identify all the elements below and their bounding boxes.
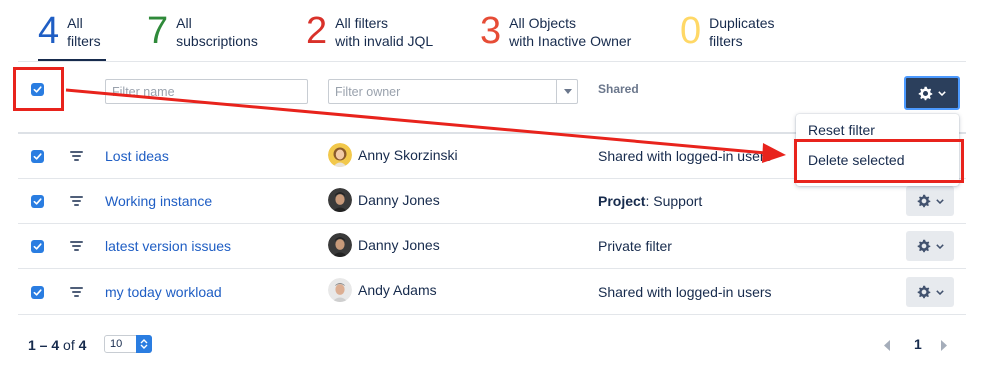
check-icon — [33, 243, 42, 250]
check-icon — [33, 153, 42, 160]
chevron-down-icon[interactable] — [556, 79, 578, 104]
stat-count: 3 — [480, 10, 502, 52]
row-checkbox[interactable] — [31, 286, 44, 299]
stat-label-line1: Duplicates — [709, 15, 775, 31]
owner-cell: Anny Skorzinski — [328, 143, 458, 167]
row-checkbox[interactable] — [31, 240, 44, 253]
stat-label-line2: filters — [67, 33, 101, 49]
row-actions-button[interactable] — [906, 231, 954, 261]
filter-name-input[interactable] — [105, 79, 308, 104]
drag-handle-icon[interactable] — [70, 151, 83, 163]
avatar — [328, 188, 352, 212]
shared-text: : Support — [645, 193, 703, 209]
owner-name: Danny Jones — [358, 192, 440, 208]
filter-owner-select[interactable]: Filter owner — [328, 79, 578, 104]
stat-label-line2: subscriptions — [176, 33, 258, 49]
range-total: 4 — [78, 337, 87, 353]
stat-label-line1: All — [67, 15, 83, 31]
gear-icon — [917, 194, 930, 208]
stat-label-line1: All — [176, 15, 192, 31]
stat-count: 2 — [306, 10, 328, 52]
owner-cell: Danny Jones — [328, 233, 440, 257]
stat-label: All filters with invalid JQL — [335, 14, 433, 50]
filter-owner-placeholder: Filter owner — [335, 85, 401, 99]
shared-text: Shared with logged-in users — [598, 148, 772, 164]
range-of: of — [63, 337, 75, 353]
stats-divider — [18, 61, 966, 62]
chevron-down-icon — [935, 198, 944, 204]
shared-cell: Project: Support — [598, 193, 702, 209]
drag-handle-icon[interactable] — [70, 241, 83, 253]
stats-bar: 4 All filters 7 All subscriptions 2 All … — [0, 0, 984, 62]
stat-inactive-owner[interactable]: 3 All Objects with Inactive Owner — [480, 10, 650, 62]
stat-label-line2: with Inactive Owner — [509, 33, 632, 49]
avatar — [328, 278, 352, 302]
chevron-down-icon — [935, 243, 944, 249]
shared-cell: Shared with logged-in users — [598, 148, 772, 164]
stat-count: 0 — [680, 10, 702, 52]
row-checkbox[interactable] — [31, 150, 44, 163]
filter-name-link[interactable]: Working instance — [105, 193, 212, 209]
stat-label: Duplicates filters — [709, 14, 774, 50]
filter-name-link[interactable]: my today workload — [105, 284, 222, 300]
owner-name: Anny Skorzinski — [358, 147, 458, 163]
row-divider — [18, 223, 966, 224]
shared-text: Private filter — [598, 238, 672, 254]
chevron-down-icon — [938, 90, 946, 96]
delete-selected-highlight — [794, 139, 964, 183]
stat-label: All subscriptions — [176, 14, 258, 50]
stat-label: All Objects with Inactive Owner — [509, 14, 631, 50]
shared-column-header: Shared — [598, 82, 639, 96]
row-divider — [18, 314, 966, 315]
reset-filter-menu-item[interactable]: Reset filter — [808, 122, 875, 138]
avatar — [328, 233, 352, 257]
avatar — [328, 143, 352, 167]
pagination-range: 1 – 4 of 4 — [28, 337, 86, 353]
stat-label: All filters — [67, 14, 100, 50]
filter-name-link[interactable]: latest version issues — [105, 238, 231, 254]
owner-name: Danny Jones — [358, 237, 440, 253]
stat-all-subscriptions[interactable]: 7 All subscriptions — [147, 10, 267, 62]
drag-handle-icon[interactable] — [70, 196, 83, 208]
check-icon — [33, 289, 42, 296]
stat-label-line1: All filters — [335, 15, 389, 31]
next-page-icon[interactable] — [940, 338, 947, 354]
shared-cell: Private filter — [598, 238, 672, 254]
row-checkbox[interactable] — [31, 195, 44, 208]
stat-all-filters[interactable]: 4 All filters — [38, 10, 106, 62]
owner-cell: Danny Jones — [328, 188, 440, 212]
stepper-icon — [136, 335, 152, 353]
stat-label-line1: All Objects — [509, 15, 577, 31]
shared-prefix: Project — [598, 193, 646, 209]
gear-icon — [917, 239, 930, 253]
select-all-checkbox[interactable] — [31, 83, 44, 96]
check-icon — [33, 86, 42, 93]
stat-duplicates[interactable]: 0 Duplicates filters — [680, 10, 790, 62]
bulk-actions-button[interactable] — [904, 76, 960, 110]
filter-name-link[interactable]: Lost ideas — [105, 148, 169, 164]
stat-invalid-jql[interactable]: 2 All filters with invalid JQL — [306, 10, 446, 62]
stat-count: 4 — [38, 10, 60, 52]
owner-cell: Andy Adams — [328, 278, 437, 302]
shared-cell: Shared with logged-in users — [598, 284, 772, 300]
drag-handle-icon[interactable] — [70, 287, 83, 299]
shared-text: Shared with logged-in users — [598, 284, 772, 300]
row-actions-button[interactable] — [906, 277, 954, 307]
range-value: 1 – 4 — [28, 337, 60, 353]
check-icon — [33, 198, 42, 205]
current-page[interactable]: 1 — [914, 336, 922, 352]
stat-label-line2: with invalid JQL — [335, 33, 434, 49]
per-page-select[interactable]: 10 — [104, 335, 152, 353]
row-actions-button[interactable] — [906, 186, 954, 216]
row-divider — [18, 268, 966, 269]
stat-label-line2: filters — [709, 33, 743, 49]
per-page-value: 10 — [110, 338, 123, 350]
gear-icon — [917, 285, 930, 299]
owner-name: Andy Adams — [358, 282, 437, 298]
prev-page-icon[interactable] — [884, 338, 891, 354]
chevron-down-icon — [935, 289, 944, 295]
gear-icon — [918, 86, 933, 100]
stat-count: 7 — [147, 10, 169, 52]
